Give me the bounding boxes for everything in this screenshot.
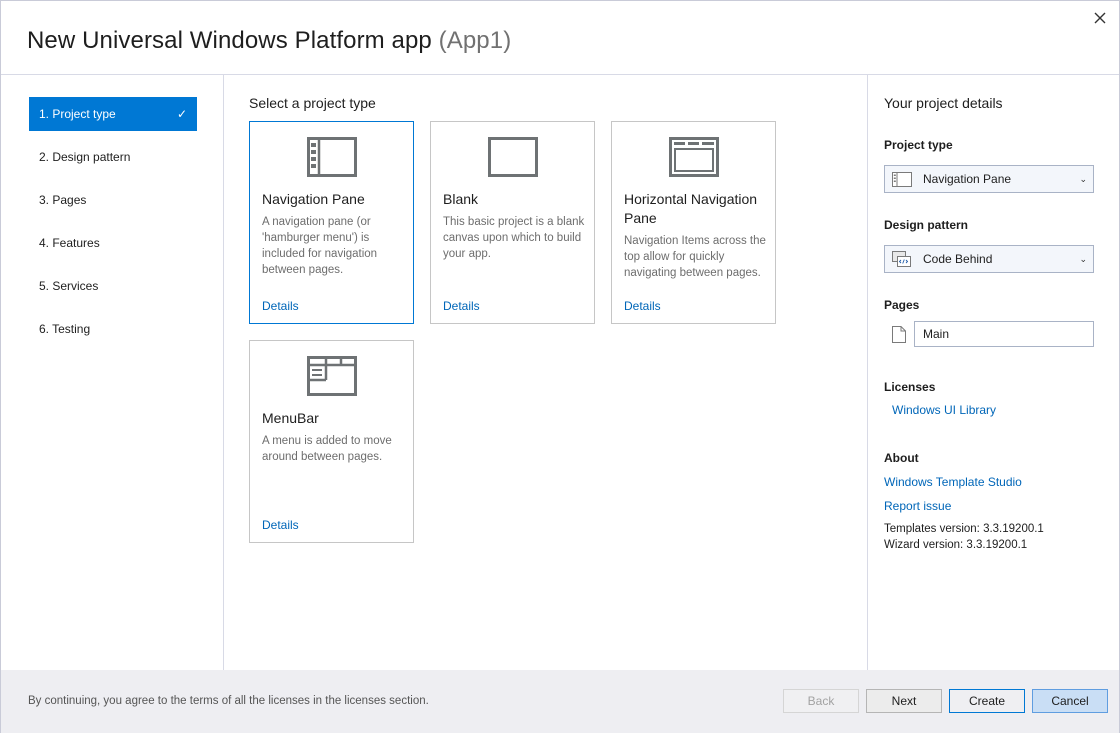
card-description: A menu is added to move around between p… — [262, 435, 392, 463]
project-details-panel: Your project details Project type Naviga… — [867, 75, 1120, 670]
step-label: 2. Design pattern — [39, 150, 131, 164]
card-description: Navigation Items across the top allow fo… — [624, 235, 766, 279]
step-features[interactable]: 4. Features — [29, 226, 197, 260]
step-services[interactable]: 5. Services — [29, 269, 197, 303]
details-link[interactable]: Details — [262, 299, 299, 313]
window-title: New Universal Windows Platform app (App1… — [27, 27, 511, 55]
step-project-type[interactable]: 1. Project type ✓ — [29, 97, 197, 131]
card-title: MenuBar — [262, 410, 319, 426]
footer-bar: By continuing, you agree to the terms of… — [1, 670, 1119, 733]
navigation-pane-icon — [306, 137, 357, 177]
horizontal-navigation-icon — [668, 137, 719, 177]
card-horizontal-navigation-pane[interactable]: Horizontal Navigation Pane Navigation It… — [611, 121, 776, 324]
card-title: Navigation Pane — [262, 191, 365, 207]
card-description: This basic project is a blank canvas upo… — [443, 216, 585, 260]
back-button[interactable]: Back — [783, 689, 859, 713]
cancel-button[interactable]: Cancel — [1032, 689, 1108, 713]
chevron-down-icon: ⌄ — [1079, 253, 1087, 264]
window-title-text: New Universal Windows Platform app — [27, 27, 432, 54]
licenses-label: Licenses — [884, 380, 936, 394]
card-menubar[interactable]: MenuBar A menu is added to move around b… — [249, 340, 414, 543]
next-button[interactable]: Next — [866, 689, 942, 713]
step-pages[interactable]: 3. Pages — [29, 183, 197, 217]
card-navigation-pane[interactable]: Navigation Pane A navigation pane (or 'h… — [249, 121, 414, 324]
checkmark-icon: ✓ — [176, 107, 187, 121]
step-design-pattern[interactable]: 2. Design pattern — [29, 140, 197, 174]
details-link[interactable]: Details — [262, 518, 299, 532]
page-icon — [892, 326, 906, 343]
windows-template-studio-link[interactable]: Windows Template Studio — [884, 475, 1022, 489]
navigation-pane-icon — [891, 171, 913, 187]
pages-label: Pages — [884, 298, 920, 312]
step-label: 5. Services — [39, 279, 99, 293]
close-icon — [1094, 12, 1106, 24]
steps-nav: 1. Project type ✓ 2. Design pattern 3. P… — [1, 75, 224, 670]
dropdown-value: Navigation Pane — [923, 172, 1012, 186]
create-button[interactable]: Create — [949, 689, 1025, 713]
wizard-version: Wizard version: 3.3.19200.1 — [884, 539, 1028, 551]
design-pattern-label: Design pattern — [884, 218, 969, 232]
details-link[interactable]: Details — [443, 299, 480, 313]
title-bar: New Universal Windows Platform app (App1… — [1, 1, 1119, 75]
step-label: 3. Pages — [39, 193, 87, 207]
project-name: (App1) — [438, 27, 512, 54]
project-type-dropdown[interactable]: Navigation Pane ⌄ — [884, 165, 1094, 193]
step-label: 4. Features — [39, 236, 100, 250]
card-description: A navigation pane (or 'hamburger menu') … — [262, 216, 378, 276]
step-label: 1. Project type — [39, 107, 116, 121]
section-title: Select a project type — [249, 95, 376, 111]
code-behind-icon — [891, 251, 913, 267]
templates-version: Templates version: 3.3.19200.1 — [884, 523, 1044, 535]
card-blank[interactable]: Blank This basic project is a blank canv… — [430, 121, 595, 324]
project-type-label: Project type — [884, 138, 953, 152]
step-testing[interactable]: 6. Testing — [29, 312, 197, 346]
details-link[interactable]: Details — [624, 299, 661, 313]
page-name-input[interactable]: Main — [914, 321, 1094, 347]
license-notice: By continuing, you agree to the terms of… — [28, 695, 429, 707]
wizard-window: New Universal Windows Platform app (App1… — [0, 0, 1120, 733]
panel-title: Your project details — [884, 95, 1003, 111]
menubar-icon — [306, 356, 357, 396]
card-title: Horizontal Navigation Pane — [624, 191, 758, 226]
project-type-area: Select a project type Navigation Pane A … — [225, 75, 866, 670]
design-pattern-dropdown[interactable]: Code Behind ⌄ — [884, 245, 1094, 273]
license-link-windows-ui-library[interactable]: Windows UI Library — [892, 403, 996, 417]
close-button[interactable] — [1089, 7, 1111, 29]
card-title: Blank — [443, 191, 479, 207]
dropdown-value: Code Behind — [923, 252, 993, 266]
report-issue-link[interactable]: Report issue — [884, 499, 951, 513]
chevron-down-icon: ⌄ — [1079, 173, 1087, 184]
about-label: About — [884, 451, 919, 465]
blank-icon — [487, 137, 538, 177]
step-label: 6. Testing — [39, 322, 91, 336]
